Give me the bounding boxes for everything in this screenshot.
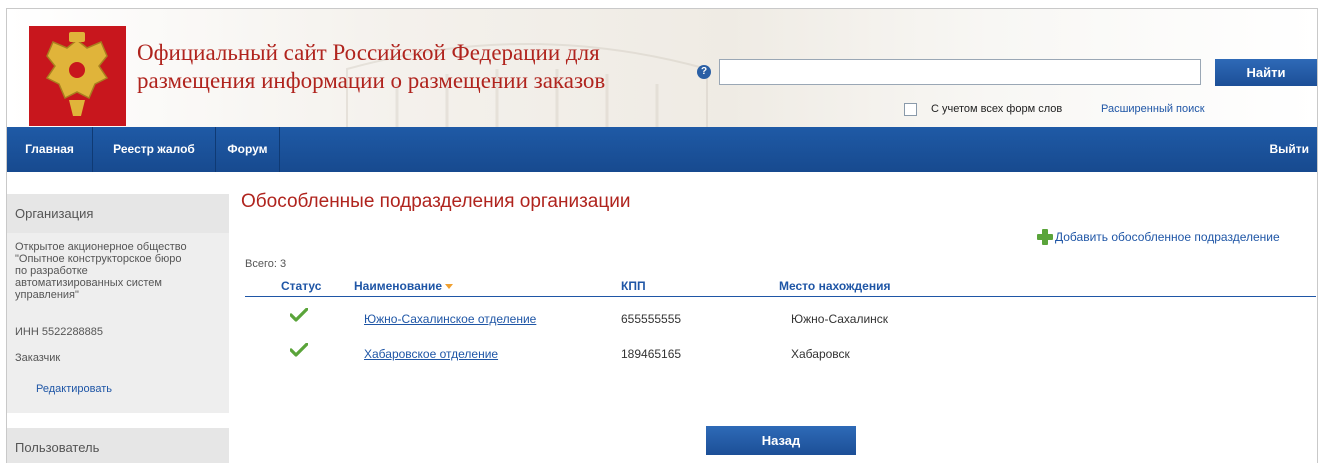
total-count: Всего: 3 xyxy=(245,258,287,270)
column-header-name[interactable]: Наименование xyxy=(354,279,454,293)
nav-item-forum[interactable]: Форум xyxy=(216,127,279,172)
subdivision-name-link[interactable]: Хабаровское отделение xyxy=(364,347,498,361)
site-title: Официальный сайт Российской Федерации дл… xyxy=(137,40,606,93)
org-inn: ИНН 5522288885 xyxy=(15,326,104,338)
subdivision-name-link[interactable]: Южно-Сахалинское отделение xyxy=(364,312,536,326)
checkmark-icon xyxy=(290,308,308,322)
subdivision-kpp: 189465165 xyxy=(621,347,682,361)
edit-org-link[interactable]: Редактировать xyxy=(36,383,112,395)
org-section-header: Организация xyxy=(7,194,229,233)
checkmark-icon xyxy=(290,343,308,357)
org-role: Заказчик xyxy=(15,352,61,364)
column-header-status[interactable]: Статус xyxy=(281,279,321,293)
user-section-header: Пользователь xyxy=(7,428,229,463)
advanced-search-link[interactable]: Расширенный поиск xyxy=(1101,103,1205,115)
coat-of-arms-logo xyxy=(29,26,126,126)
add-subdivision-label: Добавить обособленное подразделение xyxy=(1055,230,1280,244)
morphology-checkbox[interactable] xyxy=(904,103,917,116)
logout-link[interactable]: Выйти xyxy=(1269,127,1309,172)
nav-divider xyxy=(279,127,280,172)
column-header-kpp[interactable]: КПП xyxy=(621,279,646,293)
org-details: Открытое акционерное общество "Опытное к… xyxy=(7,233,229,413)
table-header-divider xyxy=(245,296,1316,297)
back-button[interactable]: Назад xyxy=(706,426,856,455)
org-name: Открытое акционерное общество "Опытное к… xyxy=(15,241,187,301)
subdivision-location: Хабаровск xyxy=(791,347,850,361)
site-header: Официальный сайт Российской Федерации дл… xyxy=(7,9,1317,127)
column-header-name-label: Наименование xyxy=(354,279,443,293)
question-icon[interactable]: ? xyxy=(697,65,711,79)
page-frame: Официальный сайт Российской Федерации дл… xyxy=(6,8,1318,463)
sidebar: Организация Открытое акционерное обществ… xyxy=(7,172,229,463)
subdivision-kpp: 655555555 xyxy=(621,312,682,326)
search-input[interactable] xyxy=(719,59,1201,85)
page-title: Обособленные подразделения организации xyxy=(241,191,631,212)
plus-icon xyxy=(1037,229,1053,245)
subdivision-location: Южно-Сахалинск xyxy=(791,312,889,326)
morphology-label: С учетом всех форм слов xyxy=(931,103,1063,115)
sort-desc-icon xyxy=(445,284,454,290)
nav-item-complaints[interactable]: Реестр жалоб xyxy=(93,127,215,172)
main-nav: Главная Реестр жалоб Форум Выйти xyxy=(7,127,1317,172)
search-button[interactable]: Найти xyxy=(1215,59,1317,86)
nav-item-home[interactable]: Главная xyxy=(7,127,92,172)
column-header-location[interactable]: Место нахождения xyxy=(779,279,890,293)
